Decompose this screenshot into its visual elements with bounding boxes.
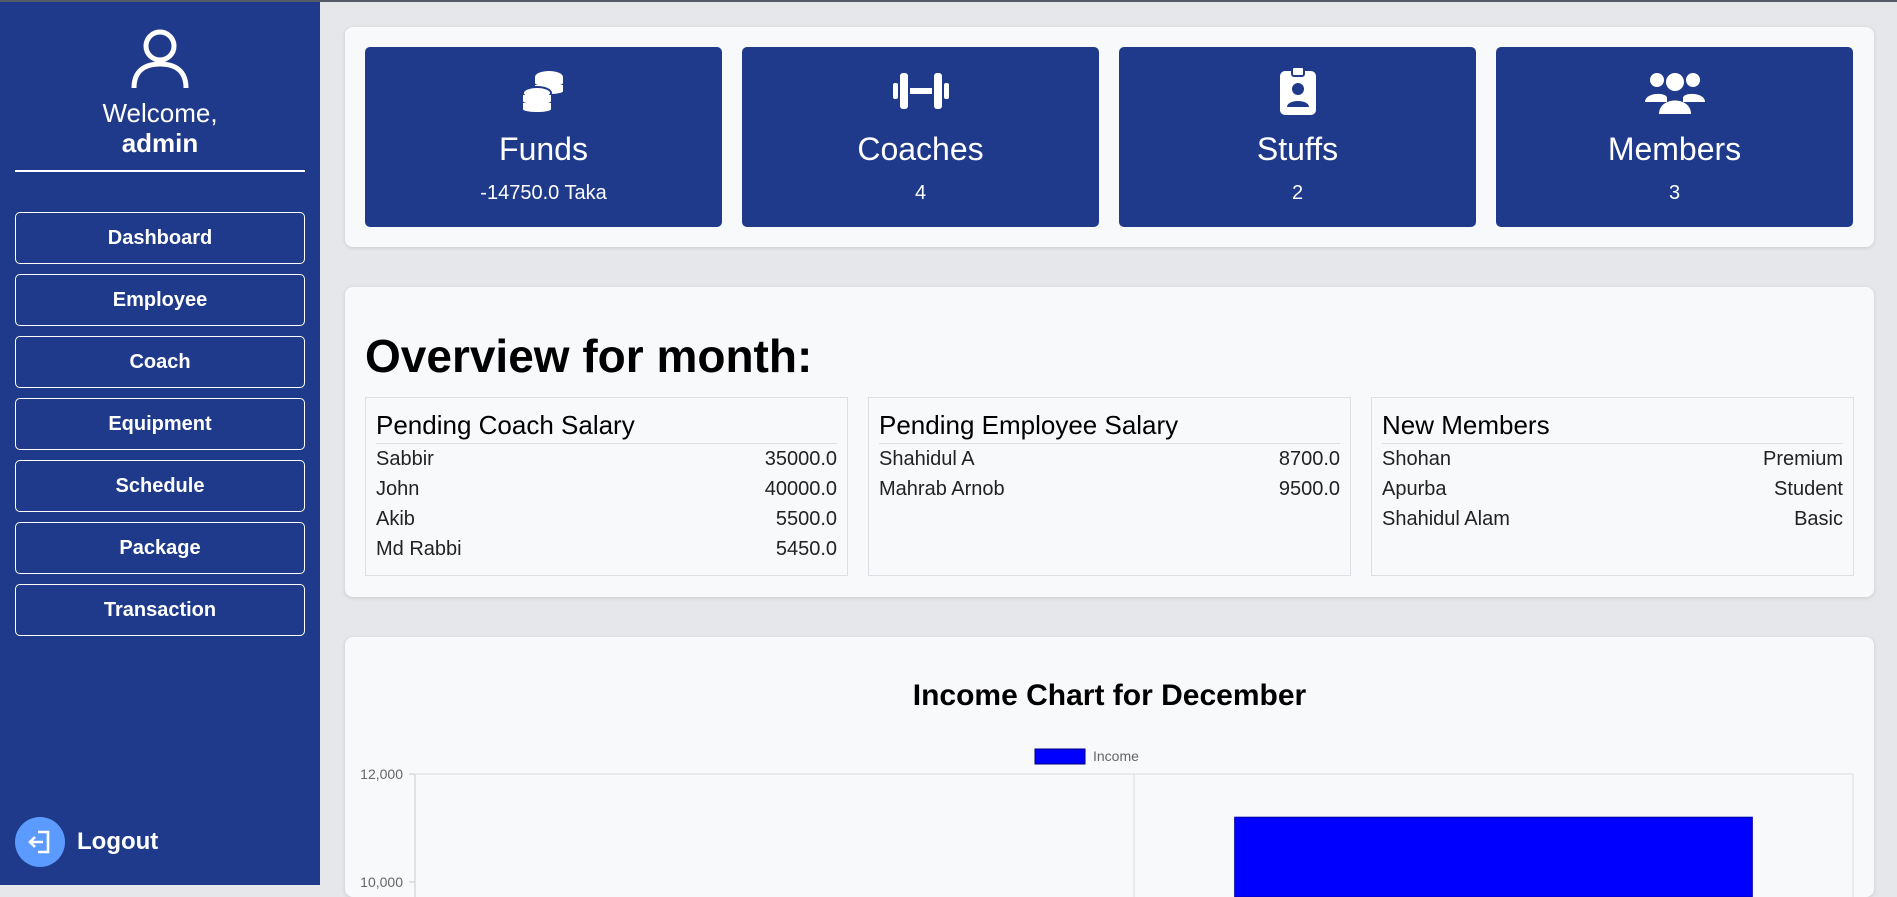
username: admin — [121, 128, 199, 158]
id-badge-icon — [1119, 65, 1476, 117]
new-members-box: New Members Shohan Premium Apurba Student … — [1371, 397, 1854, 576]
income-chart-panel: Income Chart for December Income 12,000 1… — [345, 637, 1874, 897]
box-heading: Pending Coach Salary — [376, 398, 837, 444]
list-item: Shohan Premium — [1382, 444, 1843, 474]
list-item: Shahidul Alam Basic — [1382, 504, 1843, 534]
stat-value: 4 — [914, 182, 927, 204]
sidebar-nav: Dashboard Employee Coach Equipment Sched… — [0, 212, 320, 636]
stat-card-members: Members 3 — [1496, 47, 1853, 227]
stat-card-stuffs: Stuffs 2 — [1119, 47, 1476, 227]
box-heading: Pending Employee Salary — [879, 398, 1340, 444]
sidebar: Welcome, admin Dashboard Employee Coach … — [0, 2, 320, 885]
row-name: Mahrab Arnob — [879, 478, 1005, 500]
box-heading: New Members — [1382, 398, 1843, 444]
y-tick-label: 10,000 — [360, 874, 403, 890]
dumbbell-icon — [742, 65, 1099, 117]
list-item: Sabbir 35000.0 — [376, 444, 837, 474]
legend-swatch — [1034, 748, 1086, 765]
sidebar-item-equipment[interactable]: Equipment — [15, 398, 305, 450]
coins-icon — [365, 65, 722, 117]
stat-title: Members — [1607, 131, 1742, 167]
row-value: 5500.0 — [775, 508, 837, 530]
stat-title: Stuffs — [1256, 131, 1339, 167]
list-item: Akib 5500.0 — [376, 504, 837, 534]
logout-icon — [15, 817, 65, 867]
overview-panel: Overview for month: Pending Coach Salary… — [345, 287, 1874, 597]
overview-title: Overview for month: — [365, 330, 813, 382]
list-item: Md Rabbi 5450.0 — [376, 534, 837, 564]
row-name: Akib — [376, 508, 415, 530]
stat-card-funds: Funds -14750.0 Taka — [365, 47, 722, 227]
users-icon — [1496, 65, 1853, 117]
row-name: Shahidul Alam — [1382, 508, 1510, 530]
welcome-text: Welcome, — [102, 98, 218, 128]
list-item: Shahidul A 8700.0 — [879, 444, 1340, 474]
stat-title: Funds — [499, 131, 588, 167]
sidebar-divider — [15, 170, 305, 172]
row-value: 9500.0 — [1278, 478, 1340, 500]
stat-title: Coaches — [857, 131, 984, 167]
stat-value: 3 — [1668, 182, 1681, 204]
main-content: Funds -14750.0 Taka Coaches 4 Stuffs 2 M… — [320, 2, 1897, 897]
sidebar-item-package[interactable]: Package — [15, 522, 305, 574]
row-name: Sabbir — [376, 448, 434, 470]
legend-label: Income — [1093, 748, 1139, 764]
sidebar-item-dashboard[interactable]: Dashboard — [15, 212, 305, 264]
stat-card-coaches: Coaches 4 — [742, 47, 1099, 227]
user-block: Welcome, admin — [0, 2, 320, 158]
sidebar-item-schedule[interactable]: Schedule — [15, 460, 305, 512]
row-value: Basic — [1794, 508, 1843, 530]
bar — [1234, 816, 1753, 897]
pending-coach-salary-box: Pending Coach Salary Sabbir 35000.0 John 4… — [365, 397, 848, 576]
stats-panel: Funds -14750.0 Taka Coaches 4 Stuffs 2 M… — [345, 27, 1874, 247]
row-value: 40000.0 — [764, 478, 837, 500]
row-value: 8700.0 — [1278, 448, 1340, 470]
logout-label: Logout — [77, 828, 159, 855]
stat-value: 2 — [1291, 182, 1304, 204]
user-icon — [131, 29, 189, 89]
income-chart: Income 12,000 10,000 — [360, 748, 1854, 897]
row-name: Shahidul A — [879, 448, 975, 470]
sidebar-item-employee[interactable]: Employee — [15, 274, 305, 326]
row-value: 5450.0 — [775, 538, 837, 560]
row-name: John — [376, 478, 420, 500]
row-value: Student — [1774, 478, 1843, 500]
logout-button[interactable]: Logout — [15, 817, 158, 867]
y-tick-label: 12,000 — [360, 766, 403, 782]
row-value: 35000.0 — [764, 448, 837, 470]
sidebar-item-transaction[interactable]: Transaction — [15, 584, 305, 636]
list-item: Apurba Student — [1382, 474, 1843, 504]
row-name: Apurba — [1382, 478, 1447, 500]
list-item: Mahrab Arnob 9500.0 — [879, 474, 1340, 504]
list-item: John 40000.0 — [376, 474, 837, 504]
row-value: Premium — [1762, 448, 1843, 470]
sidebar-item-coach[interactable]: Coach — [15, 336, 305, 388]
stat-value: -14750.0 Taka — [480, 182, 607, 204]
pending-employee-salary-box: Pending Employee Salary Shahidul A 8700.0… — [868, 397, 1351, 576]
row-name: Md Rabbi — [376, 538, 462, 560]
row-name: Shohan — [1382, 448, 1451, 470]
